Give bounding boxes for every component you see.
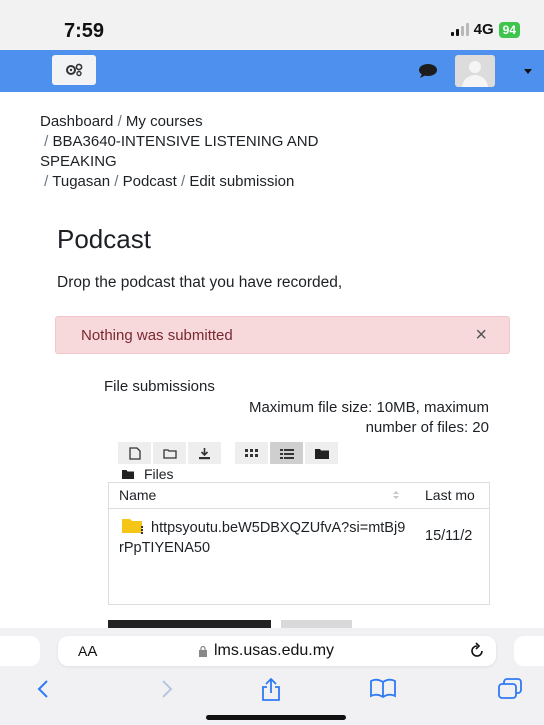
create-folder-button[interactable] [153, 442, 186, 464]
forward-icon[interactable] [160, 678, 174, 700]
page-title: Podcast [57, 224, 151, 254]
breadcrumb-item-edit-submission: Edit submission [189, 173, 295, 190]
breadcrumb-item-course-cont[interactable]: SPEAKING [40, 153, 117, 170]
home-indicator[interactable] [206, 715, 346, 720]
breadcrumb-item-dashboard[interactable]: Dashboard [40, 113, 113, 130]
download-icon [199, 447, 210, 459]
app-navbar [0, 50, 544, 92]
messages-icon[interactable] [418, 63, 438, 79]
close-icon[interactable]: × [475, 324, 487, 346]
url-display[interactable]: lms.usas.edu.my [198, 642, 334, 660]
tabs-icon[interactable] [498, 678, 522, 700]
next-tab-edge[interactable] [514, 636, 544, 666]
column-header-last-modified[interactable]: Last mo [425, 487, 475, 503]
back-icon[interactable] [36, 678, 50, 700]
previous-tab-edge[interactable] [0, 636, 40, 666]
battery-level: 94 [498, 21, 520, 38]
user-menu-caret-icon[interactable] [524, 69, 532, 74]
add-file-button[interactable] [118, 442, 151, 464]
view-tree-button[interactable] [305, 442, 338, 464]
horizontal-scrollbar-thumb[interactable] [108, 620, 271, 628]
filemanager-toolbar [118, 442, 378, 464]
reload-icon[interactable] [468, 642, 486, 660]
column-header-name[interactable]: Name [119, 487, 156, 503]
status-bar: 7:59 4G 94 [0, 0, 544, 50]
lock-icon [199, 645, 207, 657]
address-bar[interactable]: AA lms.usas.edu.my [58, 636, 496, 666]
status-time: 7:59 [64, 20, 105, 42]
horizontal-scrollbar-track[interactable] [281, 620, 352, 628]
folder-label: Files [144, 466, 174, 482]
file-icon [128, 446, 141, 460]
bookmarks-icon[interactable] [370, 678, 396, 698]
file-submissions-label: File submissions [104, 378, 215, 395]
file-list-table: Name Last mo httpsyoutu.beW5DBXQZUfvA?si… [108, 482, 490, 605]
share-icon[interactable] [260, 678, 282, 702]
alert-message: Nothing was submitted [81, 327, 233, 344]
folder-icon [314, 448, 329, 459]
settings-button[interactable] [52, 55, 96, 85]
breadcrumb-item-course[interactable]: BBA3640-INTENSIVE LISTENING AND [53, 133, 319, 150]
view-icons-button[interactable] [235, 442, 268, 464]
url-text: lms.usas.edu.my [214, 642, 335, 659]
breadcrumb: Dashboard / My courses / BBA3640-INTENSI… [40, 113, 319, 190]
grid-icon [245, 448, 258, 457]
folder-outline-icon [162, 448, 177, 459]
file-name-link[interactable]: httpsyoutu.beW5DBXQZUfvA?si=mtBj9rPpTIYE… [119, 518, 409, 558]
view-list-button[interactable] [270, 442, 303, 464]
breadcrumb-item-my-courses[interactable]: My courses [126, 113, 203, 130]
table-divider [109, 508, 489, 509]
files-folder-path[interactable]: Files [122, 466, 174, 482]
file-limits-text: Maximum file size: 10MB, maximum number … [248, 399, 489, 436]
list-icon [279, 448, 294, 459]
file-date: 15/11/2 [425, 528, 473, 544]
gears-icon [66, 63, 83, 77]
intro-text: Drop the podcast that you have recorded, [57, 274, 343, 291]
browser-toolbar: AA lms.usas.edu.my [0, 628, 544, 725]
reader-settings-button[interactable]: AA [78, 643, 97, 660]
breadcrumb-item-podcast[interactable]: Podcast [123, 173, 177, 190]
error-alert: Nothing was submitted × [55, 316, 510, 354]
folder-icon [122, 470, 134, 479]
breadcrumb-item-tugasan[interactable]: Tugasan [52, 173, 110, 190]
status-indicators: 4G 94 [450, 21, 520, 38]
sort-icon[interactable] [391, 489, 401, 501]
network-type: 4G [473, 21, 494, 38]
signal-icon [450, 23, 469, 36]
download-button[interactable] [188, 442, 221, 464]
user-avatar[interactable] [455, 55, 495, 87]
browser-nav-row [0, 678, 544, 708]
